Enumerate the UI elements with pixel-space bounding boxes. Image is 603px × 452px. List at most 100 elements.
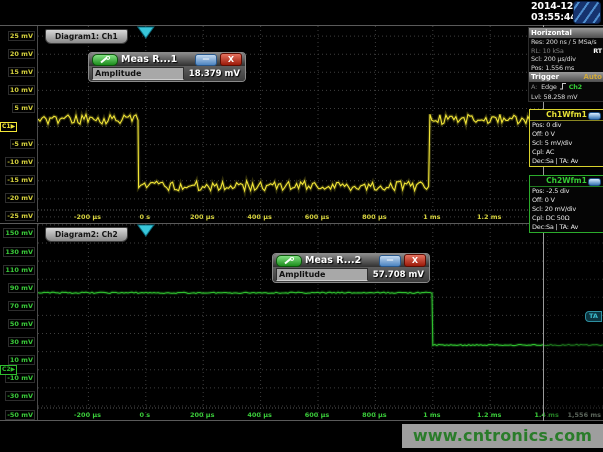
y-tick-text: -15 mV (5, 175, 35, 185)
x-tick-label: 600 µs (295, 213, 339, 221)
y-tick-text: -10 mV (5, 157, 35, 167)
trigger-type: Edge (541, 83, 557, 92)
x-tick-label: 400 µs (238, 411, 282, 419)
horizontal-res-row: Res: 200 ns / 5 MSa/s (529, 38, 603, 47)
y-tick-label: 10 mV (1, 86, 35, 94)
y-tick-label: 130 mV (1, 248, 35, 256)
ch1wfm-header: Ch1Wfm1 (530, 110, 603, 121)
meas2-settings-button[interactable] (276, 255, 302, 267)
y-tick-label: 70 mV (1, 302, 35, 310)
ch2wfm-header: Ch2Wfm1 (530, 176, 603, 187)
ch2wfm-minimize-icon[interactable] (588, 178, 601, 186)
ch1wfm-pos: Pos: 0 div (530, 121, 603, 130)
y-tick-text: 25 mV (8, 31, 35, 41)
meas1-titlebar[interactable]: Meas R...1 — X (89, 53, 245, 66)
x-tick-label: 1.2 ms (467, 411, 511, 419)
y-tick-label: 20 mV (1, 50, 35, 58)
channel-marker-ch1[interactable]: C1▶ (0, 122, 17, 132)
frame-line-bottom (0, 420, 603, 421)
y-tick-text: 30 mV (8, 337, 35, 347)
y-tick-label: 25 mV (1, 32, 35, 40)
meas1-type-field[interactable]: Amplitude (92, 67, 184, 80)
meas1-settings-button[interactable] (92, 54, 118, 66)
trigger-a-row: A: Edge Ch2 (529, 82, 603, 93)
meas1-value: 18.379 mV (187, 69, 242, 79)
horizontal-header[interactable]: Horizontal (529, 28, 603, 38)
trigger-position-marker[interactable] (138, 27, 154, 38)
ch2wfm-scl: Scl: 20 mV/div (530, 205, 603, 214)
horizontal-trigger-panel[interactable]: Horizontal Res: 200 ns / 5 MSa/s RL: 10 … (528, 27, 603, 102)
y-tick-text: 150 mV (3, 228, 35, 238)
meas2-minimize-button[interactable]: — (379, 255, 401, 267)
meas-window-2[interactable]: Meas R...2 — X Amplitude 57.708 mV (272, 253, 430, 283)
trigger-title: Trigger (531, 72, 559, 82)
y-tick-text: 20 mV (8, 49, 35, 59)
y-tick-text: 90 mV (8, 283, 35, 293)
trace-glow-ch2 (38, 292, 603, 346)
ch1wfm-title: Ch1Wfm1 (546, 110, 587, 119)
y-tick-text: 15 mV (8, 67, 35, 77)
meas2-value: 57.708 mV (371, 270, 426, 280)
trigger-header[interactable]: Trigger Auto (529, 72, 603, 82)
trigger-mode-badge: Auto (583, 72, 602, 82)
horizontal-rl-value: RL: 10 kSa (531, 47, 564, 56)
watermark: www.cntronics.com (402, 424, 603, 448)
diagram1: Diagram1: Ch1 25 mV 20 mV 15 mV 10 mV 5 mV -5… (0, 26, 543, 222)
oscilloscope-screen: 2014-12-22 03:55:44 Diagram1: Ch1 25 mV2… (0, 0, 603, 452)
ch2wfm-off: Off: 0 V (530, 196, 603, 205)
ta-badge[interactable]: TA (585, 311, 602, 322)
rising-edge-icon (559, 82, 567, 93)
x-tick-label: 0 s (123, 411, 167, 419)
y-tick-label: -10 mV (1, 158, 35, 166)
y-tick-label: -25 mV (1, 212, 35, 220)
ch1wfm-box[interactable]: Ch1Wfm1 Pos: 0 div Off: 0 V Scl: 5 mV/di… (529, 109, 603, 167)
y-tick-text: -5 mV (10, 139, 35, 149)
tab-diagram2[interactable]: Diagram2: Ch2 (45, 227, 128, 242)
meas2-titlebar[interactable]: Meas R...2 — X (273, 254, 429, 267)
channel-marker-ch2[interactable]: C2▶ (0, 365, 17, 375)
ch1wfm-dec: Dec:Sa | TA: Av (530, 157, 603, 166)
meas2-title: Meas R...2 (305, 255, 376, 266)
ch1wfm-minimize-icon[interactable] (588, 112, 601, 120)
y-tick-label: -5 mV (1, 140, 35, 148)
horizontal-title: Horizontal (531, 28, 572, 38)
tab-diagram1[interactable]: Diagram1: Ch1 (45, 29, 128, 44)
trace-glow-ch1 (38, 114, 542, 191)
realtime-badge: RT (593, 47, 602, 56)
meas-window-1[interactable]: Meas R...1 — X Amplitude 18.379 mV (88, 52, 246, 82)
sidebar-dim-overlay (544, 224, 603, 420)
trigger-source: Ch2 (569, 83, 582, 92)
y-tick-text: 10 mV (8, 85, 35, 95)
ch1wfm-off: Off: 0 V (530, 130, 603, 139)
y-tick-label: -15 mV (1, 176, 35, 184)
y-tick-label: 15 mV (1, 68, 35, 76)
ch2wfm-box[interactable]: Ch2Wfm1 Pos: -2.5 div Off: 0 V Scl: 20 m… (529, 175, 603, 233)
y-tick-text: 110 mV (3, 265, 35, 275)
x-tick-label: 200 µs (180, 411, 224, 419)
x-tick-label: 800 µs (352, 213, 396, 221)
y-tick-label: 10 mV (1, 356, 35, 364)
ch2wfm-cpl: Cpl: DC 50Ω (530, 214, 603, 223)
trigger-level-row: Lvl: 58.258 mV (529, 93, 603, 102)
trigger-position-marker[interactable] (138, 225, 154, 236)
x-tick-label: 1 ms (410, 411, 454, 419)
x-tick-label: 200 µs (180, 213, 224, 221)
meas1-title: Meas R...1 (121, 54, 192, 65)
meas2-close-button[interactable]: X (404, 254, 426, 267)
y-tick-text: 5 mV (12, 103, 35, 113)
x-tick-label: 1 ms (410, 213, 454, 221)
x-tick-label: -200 µs (65, 411, 109, 419)
wrench-icon (99, 56, 111, 64)
ch1wfm-scl: Scl: 5 mV/div (530, 139, 603, 148)
meas1-close-button[interactable]: X (220, 53, 242, 66)
meas1-body: Amplitude 18.379 mV (89, 66, 245, 81)
ch2wfm-title: Ch2Wfm1 (546, 176, 587, 185)
horizontal-rl-row: RL: 10 kSa RT (529, 47, 603, 56)
y-tick-text: 10 mV (8, 355, 35, 365)
meas1-minimize-button[interactable]: — (195, 54, 217, 66)
meas2-type-field[interactable]: Amplitude (276, 268, 368, 281)
x-tick-label: 400 µs (238, 213, 282, 221)
x-tick-label: 1.2 ms (467, 213, 511, 221)
y-tick-label: 50 mV (1, 320, 35, 328)
y-tick-text: -25 mV (5, 211, 35, 221)
